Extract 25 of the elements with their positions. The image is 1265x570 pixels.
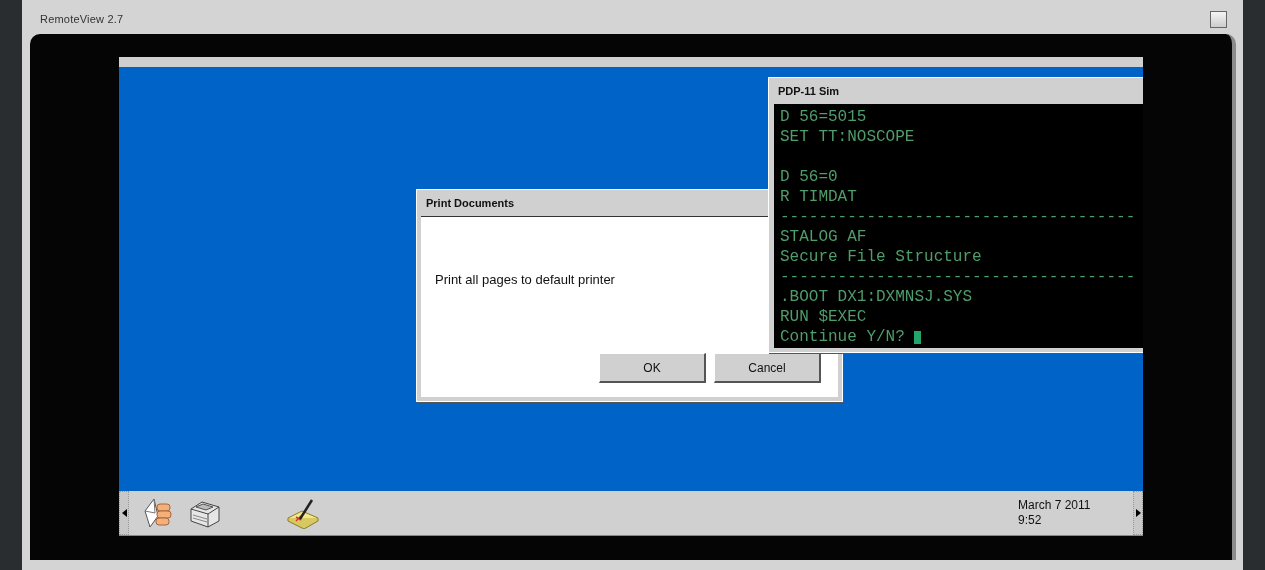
notepad-pen-icon[interactable] [286,497,320,529]
terminal-line: SET TT:NOSCOPE [780,127,915,147]
clock-date: March 7 2011 [1018,498,1092,513]
cancel-button[interactable]: Cancel [714,353,821,383]
terminal-title: PDP-11 Sim [778,85,840,97]
terminal-line: R TIMDAT [780,187,857,207]
terminal-line: STALOG AF [780,227,867,247]
terminal-line: D 56=5015 [780,107,867,127]
terminal-line: .BOOT DX1:DXMNSJ.SYS [780,287,973,307]
triangle-right-icon [1135,509,1141,517]
scroll-left-button[interactable] [119,491,129,535]
cursor-icon [913,330,921,344]
app-title: RemoteView 2.7 [40,13,124,25]
scroll-right-button[interactable] [1133,491,1143,535]
dialog-title: Print Documents [426,197,514,209]
maximize-checkbox[interactable] [1210,10,1227,28]
terminal-line: Secure File Structure [780,247,982,267]
clock-time: 9:52 [1018,513,1043,528]
ok-button[interactable]: OK [599,353,706,383]
terminal-line: D 56=0 [780,167,838,187]
dashed-line: ------------------------------------- [780,267,1136,287]
triangle-left-icon [121,509,127,517]
terminal-prompt: Continue Y/N? [780,327,905,347]
terminal-line: RUN $EXEC [780,307,867,327]
dashed-line: ------------------------------------- [780,207,1136,227]
